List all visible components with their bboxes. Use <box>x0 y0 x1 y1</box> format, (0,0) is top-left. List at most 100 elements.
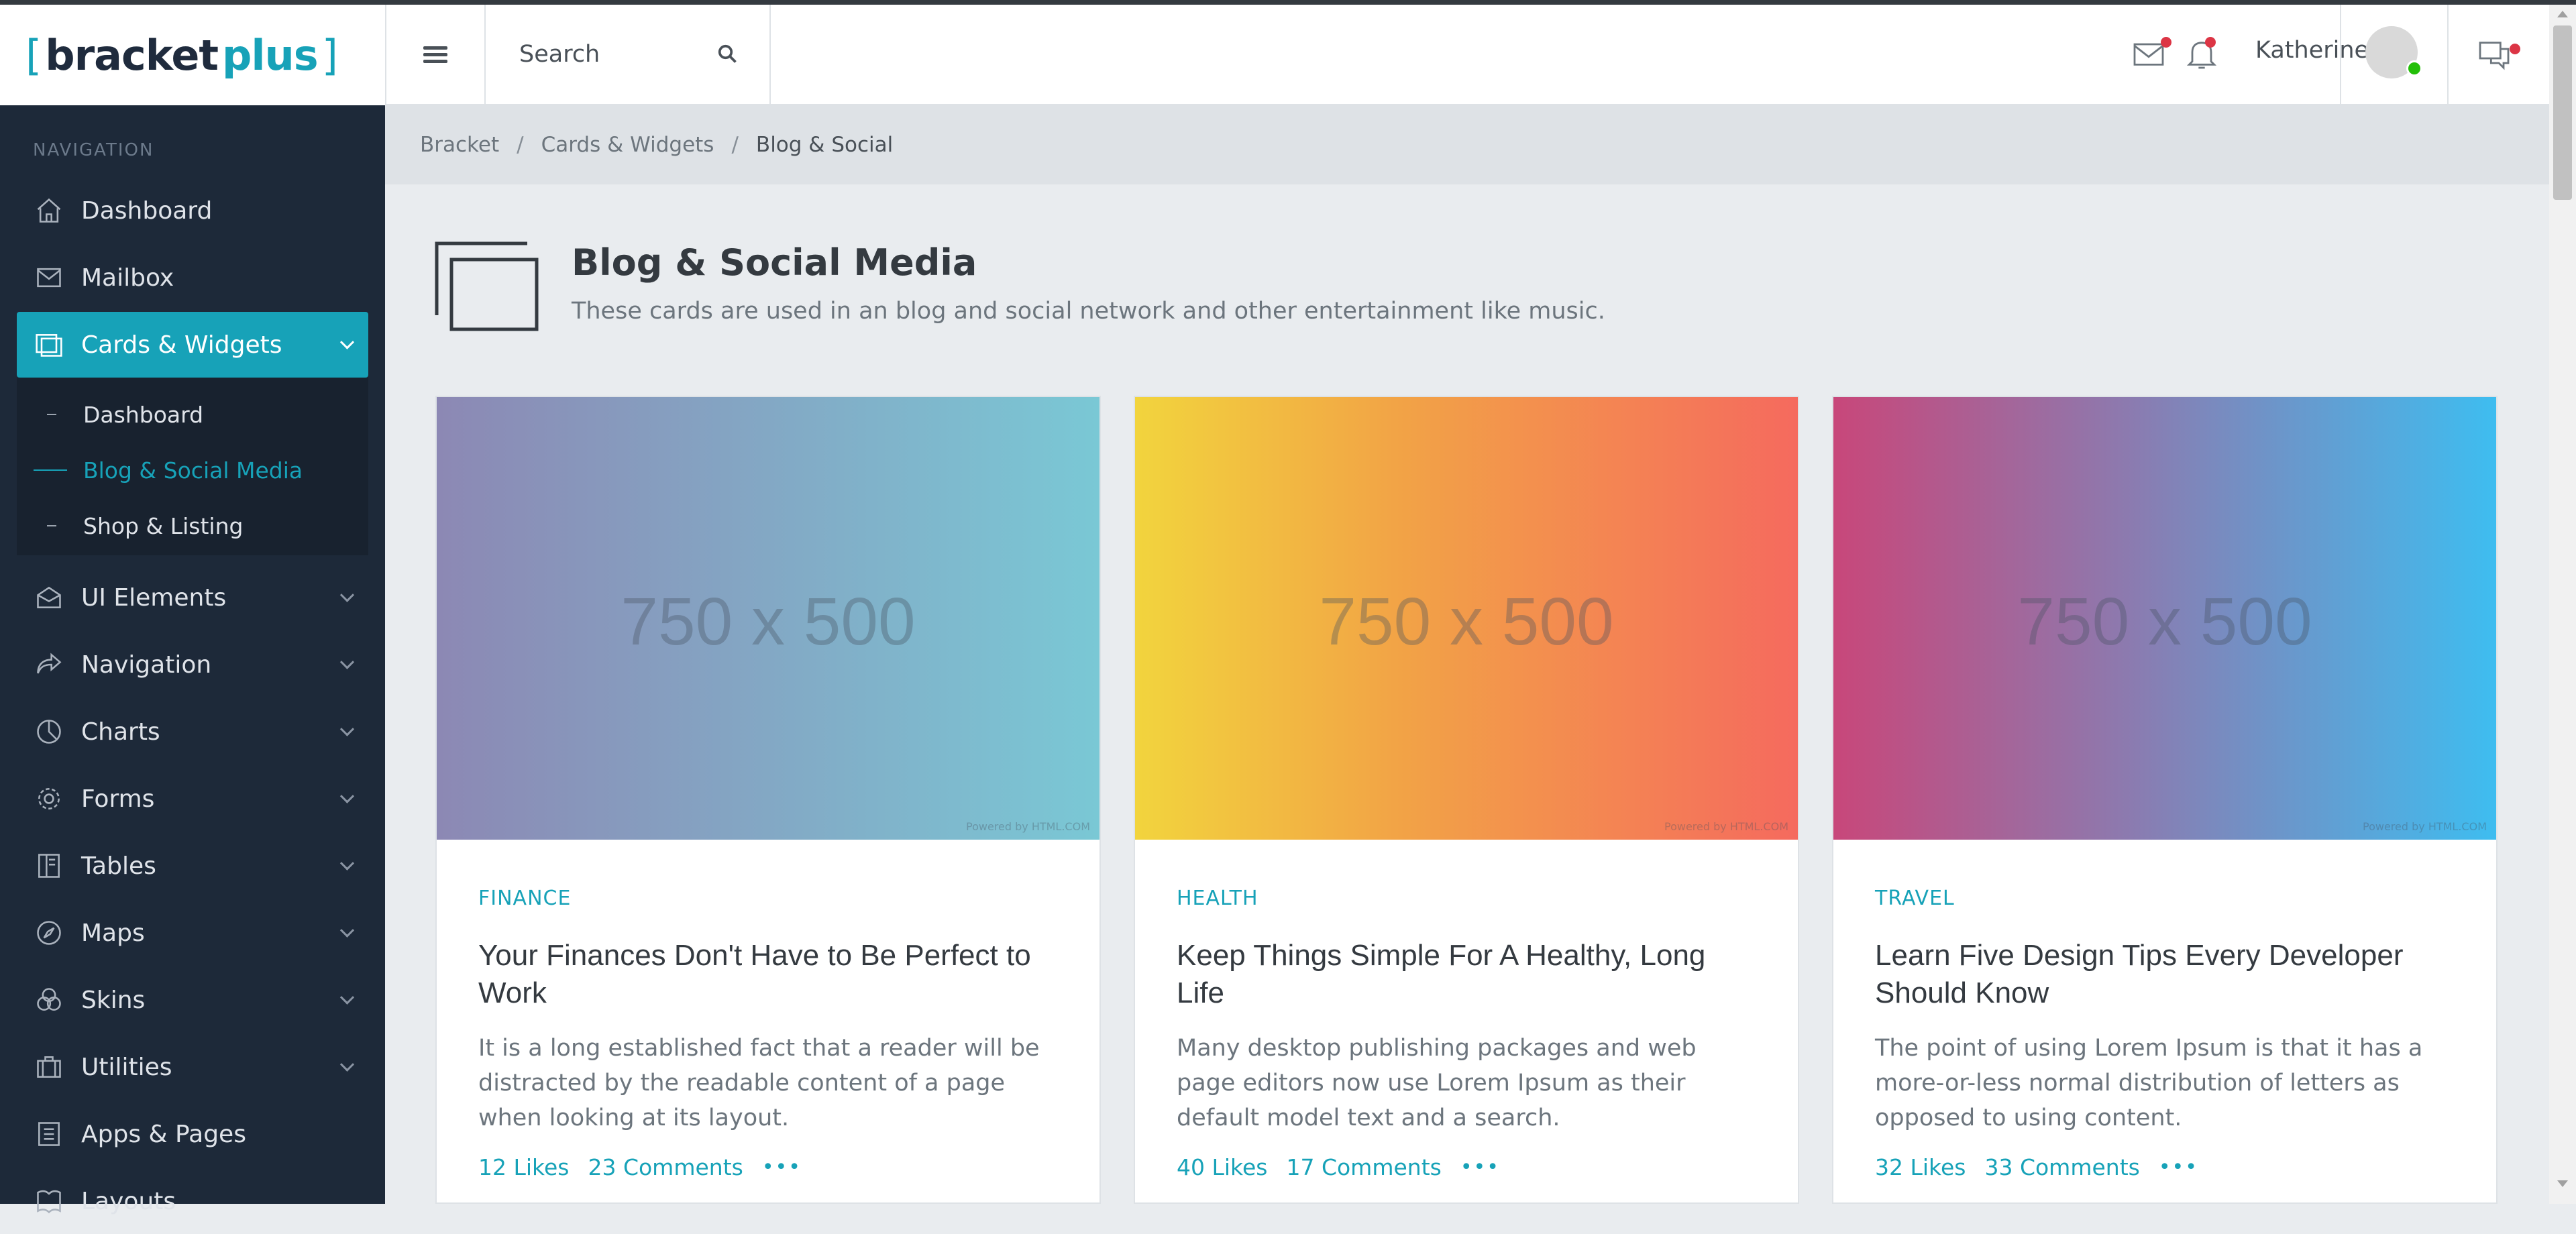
scroll-down-arrow-icon[interactable] <box>2557 1180 2568 1187</box>
search-placeholder: Search <box>519 41 600 68</box>
pages-icon <box>33 1118 65 1150</box>
breadcrumb-separator: / <box>517 133 524 157</box>
likes-link[interactable]: 12 Likes <box>478 1154 569 1180</box>
dash-icon <box>47 414 56 415</box>
chevron-down-icon <box>339 990 355 1005</box>
card-text: It is a long established fact that a rea… <box>478 1035 1040 1131</box>
mail-badge <box>2161 37 2171 48</box>
online-status-dot <box>2406 60 2422 76</box>
breadcrumb: Bracket / Cards & Widgets / Blog & Socia… <box>385 105 2549 184</box>
card-title[interactable]: Keep Things Simple For A Healthy, Long L… <box>1177 937 1756 1012</box>
likes-link[interactable]: 40 Likes <box>1177 1154 1267 1180</box>
chevron-down-icon <box>339 789 355 803</box>
chevron-down-icon <box>339 587 355 602</box>
card-meta: 32 Likes 33 Comments ••• <box>1875 1154 2455 1180</box>
sidebar-item-ui-elements[interactable]: UI Elements <box>17 565 368 630</box>
search-icon[interactable] <box>717 44 737 64</box>
comments-link[interactable]: 17 Comments <box>1286 1154 1441 1180</box>
card-category[interactable]: HEALTH <box>1177 887 1756 910</box>
sidebar-item-maps[interactable]: Maps <box>17 900 368 966</box>
navigation-icon <box>33 649 65 681</box>
card-title[interactable]: Your Finances Don't Have to Be Perfect t… <box>478 937 1058 1012</box>
comments-link[interactable]: 23 Comments <box>588 1154 743 1180</box>
ui-elements-icon <box>33 581 65 614</box>
card-image[interactable]: 750 x 500 Powered by HTML.COM <box>1135 397 1798 840</box>
sidebar-item-label: Cards & Widgets <box>81 331 282 359</box>
card-title[interactable]: Learn Five Design Tips Every Developer S… <box>1875 937 2455 1012</box>
more-options-icon[interactable]: ••• <box>1460 1156 1500 1179</box>
placeholder-image-text: 750 x 500 <box>621 583 916 659</box>
sidebar-item-navigation[interactable]: Navigation <box>17 632 368 697</box>
header-divider <box>2340 5 2341 104</box>
sidebar-item-label: Tables <box>81 852 156 880</box>
card-meta: 40 Likes 17 Comments ••• <box>1177 1154 1756 1180</box>
sidebar-item-cards-widgets[interactable]: Cards & Widgets <box>17 312 368 378</box>
blog-card[interactable]: 750 x 500 Powered by HTML.COM HEALTH Kee… <box>1134 396 1799 1204</box>
sidebar-item-forms[interactable]: Forms <box>17 766 368 832</box>
mail-icon <box>33 262 65 294</box>
gear-icon <box>33 783 65 815</box>
image-watermark: Powered by HTML.COM <box>2363 820 2487 833</box>
active-line-icon <box>34 469 67 471</box>
breadcrumb-current: Blog & Social <box>755 133 894 157</box>
breadcrumb-link-cards-widgets[interactable]: Cards & Widgets <box>541 133 714 157</box>
blog-card[interactable]: 750 x 500 Powered by HTML.COM FINANCE Yo… <box>435 396 1101 1204</box>
blog-card[interactable]: 750 x 500 Powered by HTML.COM TRAVEL Lea… <box>1832 396 2498 1204</box>
sidebar-item-label: Charts <box>81 718 160 746</box>
card-category[interactable]: FINANCE <box>478 887 1058 910</box>
image-watermark: Powered by HTML.COM <box>966 820 1090 833</box>
table-icon <box>33 850 65 882</box>
subnav-item-label: Shop & Listing <box>83 512 244 539</box>
sidebar-item-dashboard[interactable]: Dashboard <box>17 178 368 243</box>
logo-text-plus: plus <box>222 30 319 80</box>
search-input[interactable]: Search <box>486 5 771 104</box>
sidebar-item-tables[interactable]: Tables <box>17 833 368 899</box>
cards-icon <box>435 241 539 331</box>
sidebar-item-charts[interactable]: Charts <box>17 699 368 765</box>
dash-icon <box>47 525 56 526</box>
sidebar-item-layouts[interactable]: Layouts <box>17 1168 368 1234</box>
sidebar-item-skins[interactable]: Skins <box>17 967 368 1033</box>
sidebar-item-label: Dashboard <box>81 197 213 225</box>
sidebar-item-label: Maps <box>81 919 145 947</box>
comments-link[interactable]: 33 Comments <box>1984 1154 2139 1180</box>
subnav-item-dashboard[interactable]: Dashboard <box>34 394 203 435</box>
logo-text-bracket: bracket <box>45 30 219 80</box>
briefcase-icon <box>33 1051 65 1083</box>
subnav-item-blog-social[interactable]: Blog & Social Media <box>34 450 303 490</box>
breadcrumb-link-bracket[interactable]: Bracket <box>420 133 499 157</box>
home-icon <box>33 194 65 227</box>
sidebar-item-label: Layouts <box>81 1187 176 1215</box>
more-options-icon[interactable]: ••• <box>2159 1156 2198 1179</box>
scroll-up-arrow-icon[interactable] <box>2557 11 2568 17</box>
chevron-down-icon <box>339 923 355 938</box>
card-image[interactable]: 750 x 500 Powered by HTML.COM <box>1833 397 2496 840</box>
sidebar-item-label: Utilities <box>81 1053 172 1081</box>
more-options-icon[interactable]: ••• <box>762 1156 802 1179</box>
subnav-item-label: Blog & Social Media <box>83 457 303 484</box>
card-image[interactable]: 750 x 500 Powered by HTML.COM <box>437 397 1099 840</box>
chat-badge <box>2510 44 2520 54</box>
subnav-item-shop-listing[interactable]: Shop & Listing <box>34 506 243 546</box>
sidebar-item-mailbox[interactable]: Mailbox <box>17 245 368 311</box>
menu-toggle-button[interactable] <box>385 5 486 104</box>
sidebar-item-utilities[interactable]: Utilities <box>17 1034 368 1100</box>
likes-link[interactable]: 32 Likes <box>1875 1154 1966 1180</box>
scrollbar-thumb[interactable] <box>2553 25 2572 200</box>
chevron-down-icon <box>339 335 355 349</box>
card-meta: 12 Likes 23 Comments ••• <box>478 1154 1058 1180</box>
chevron-down-icon <box>339 722 355 736</box>
sidebar-item-label: Forms <box>81 785 155 813</box>
brand-logo[interactable]: [ bracket plus ] <box>0 5 385 105</box>
top-header: Search Katherine <box>385 5 2549 105</box>
placeholder-image-text: 750 x 500 <box>1319 583 1614 659</box>
sidebar-item-label: Navigation <box>81 651 212 679</box>
logo-bracket-close: ] <box>321 30 338 80</box>
card-category[interactable]: TRAVEL <box>1875 887 2455 910</box>
skins-icon <box>33 984 65 1016</box>
card-text: Many desktop publishing packages and web… <box>1177 1035 1697 1131</box>
sidebar-item-apps-pages[interactable]: Apps & Pages <box>17 1101 368 1167</box>
placeholder-image-text: 750 x 500 <box>2017 583 2312 659</box>
chat-icon[interactable] <box>2475 35 2513 72</box>
user-name[interactable]: Katherine <box>2255 37 2369 64</box>
